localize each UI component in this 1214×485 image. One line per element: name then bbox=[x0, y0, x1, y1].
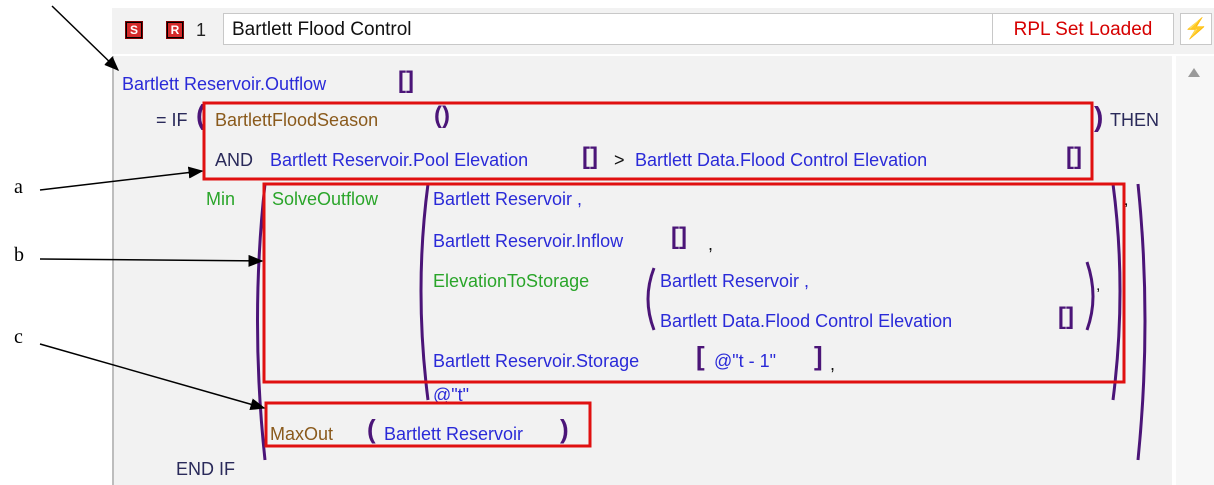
arrow-c bbox=[39, 343, 266, 411]
highlight-box-b bbox=[262, 182, 1126, 384]
callout-label-c: c bbox=[14, 326, 23, 348]
annotation-overlay: , , bbox=[39, 5, 1147, 461]
highlight-box-a bbox=[202, 101, 1094, 181]
elev-open-paren bbox=[646, 267, 656, 331]
top-arrow bbox=[51, 5, 120, 72]
arrow-a bbox=[39, 166, 204, 191]
solve-open-paren bbox=[419, 183, 430, 401]
highlight-box-c bbox=[264, 401, 592, 448]
min-close-paren bbox=[1136, 183, 1147, 461]
callout-label-b: b bbox=[14, 244, 24, 266]
elev-close-paren bbox=[1085, 261, 1095, 331]
solve-close-paren bbox=[1111, 183, 1122, 401]
callout-label-a: a bbox=[14, 176, 23, 198]
arrow-b bbox=[39, 254, 264, 267]
svg-text:,: , bbox=[1096, 277, 1100, 294]
